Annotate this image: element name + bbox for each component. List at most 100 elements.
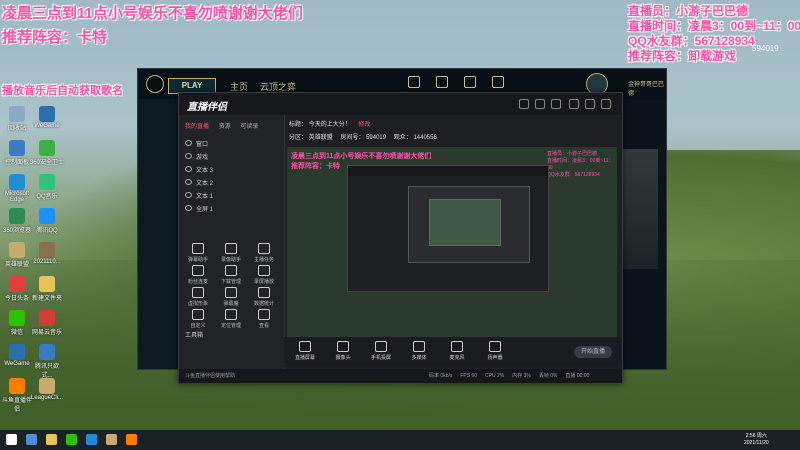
profile-icon[interactable] — [408, 76, 420, 88]
room-info: 标题： 今天的上大分！ 修改 分区： 英雄联盟 房间号： 594019 观众： … — [289, 119, 437, 141]
desktop-icon[interactable]: Microsoft Edge — [0, 174, 34, 203]
douyu-taskbar-icon[interactable] — [126, 434, 137, 445]
bottom-button[interactable]: 摄像头 — [328, 341, 358, 361]
tool-button[interactable]: 弹幕助手 — [183, 243, 213, 263]
source-label: 窗口 — [196, 142, 209, 148]
desktop-icon[interactable]: QQ音乐 — [30, 174, 64, 200]
desktop-icon[interactable]: 360浏览器 — [0, 208, 34, 234]
tab-recording[interactable]: 可读录 — [240, 121, 258, 130]
desktop-icon[interactable]: 英雄联盟 — [0, 242, 34, 268]
app-icon — [39, 276, 55, 292]
tool-button[interactable]: 粉丝连麦 — [183, 265, 213, 285]
collection-icon[interactable] — [436, 76, 448, 88]
desktop-icon[interactable]: 网易云音乐 — [30, 310, 64, 336]
help-link[interactable]: 斗鱼直播伴侣使用帮助 — [185, 372, 235, 379]
desktop-icon[interactable]: 腾讯QQ — [30, 208, 64, 234]
tool-button[interactable]: 录屏播放 — [249, 265, 279, 285]
app-icon — [39, 174, 55, 190]
preview-overlay-right: 直播员：小游子巴巴德 直播时间：凌晨3：00到~11：00 QQ水友群：5671… — [547, 151, 617, 179]
lol-username: 金神哥哥巴巴德 — [628, 82, 665, 97]
source-item[interactable]: 文本 1 — [185, 191, 213, 200]
status-metric: 直播 00:00 — [565, 373, 590, 379]
eye-icon[interactable] — [185, 166, 192, 172]
overlay-title-line: 凌晨三点到11点小号娱乐不喜勿喷谢谢大佬们 — [2, 5, 303, 22]
tool-button[interactable]: 定位管理 — [216, 309, 246, 329]
nested-preview-2 — [408, 186, 530, 263]
maximize-icon[interactable] — [585, 99, 595, 109]
app-name: 直播伴侣 — [187, 102, 227, 113]
start-icon[interactable] — [6, 434, 17, 445]
source-item[interactable]: 游戏 — [185, 152, 208, 161]
desktop-icon[interactable]: WeGame — [0, 344, 34, 367]
bottom-button-icon — [375, 341, 387, 352]
tool-button[interactable]: 虚拟形象 — [183, 287, 213, 307]
category-value[interactable]: 英雄联盟 — [309, 135, 333, 141]
source-label: 文本 3 — [196, 168, 214, 174]
tab-resources[interactable]: 资源 — [219, 121, 231, 130]
wechat-icon[interactable] — [66, 434, 77, 445]
status-metric: 丢帧 0% — [538, 373, 558, 379]
source-item[interactable]: 窗口 — [185, 139, 208, 148]
search-icon[interactable] — [26, 434, 37, 445]
tool-button[interactable]: 下载管理 — [216, 265, 246, 285]
tool-button[interactable]: 弹幕魔 — [216, 287, 246, 307]
live-preview[interactable]: 凌晨三点到11点小号娱乐不喜勿喷谢谢大佬们 推荐阵容：卡特 直播员：小游子巴巴德… — [287, 147, 617, 337]
bottom-button-label: 手机投屏 — [370, 355, 391, 361]
desktop-icon[interactable]: 斗鱼直播伴侣 — [0, 378, 34, 413]
eye-icon[interactable] — [185, 140, 192, 146]
app-icon — [39, 140, 55, 156]
eye-icon[interactable] — [185, 179, 192, 185]
taskbar-clock[interactable]: 2:56 周六 2021/11/20 — [744, 433, 769, 447]
eye-icon[interactable] — [185, 205, 192, 211]
desktop-icon[interactable]: 360安全卫士 — [30, 140, 64, 166]
desktop-icon-label: LeagueCli... — [30, 395, 64, 401]
tool-button[interactable]: 查看 — [249, 309, 279, 329]
folder-icon[interactable] — [46, 434, 57, 445]
desktop-icon[interactable]: 2021110... — [30, 242, 64, 265]
eye-icon[interactable] — [185, 192, 192, 198]
tool-label: 弹幕助手 — [187, 257, 208, 263]
bottom-button[interactable]: 麦克风 — [442, 341, 472, 361]
desktop-icon[interactable]: 今日头条 — [0, 276, 34, 302]
desktop-icon[interactable]: 新建文件夹 — [30, 276, 64, 302]
store-icon[interactable] — [492, 76, 504, 88]
bottom-button[interactable]: 手机投屏 — [366, 341, 396, 361]
desktop-icon[interactable]: 微信 — [0, 310, 34, 336]
source-item[interactable]: 文本 2 — [185, 178, 213, 187]
room-number-label: 房间号： — [340, 135, 365, 141]
desktop-icon[interactable]: WeGame — [30, 106, 64, 129]
desktop-icon[interactable]: LeagueCli... — [30, 378, 64, 401]
start-live-button[interactable]: 开始直播 — [574, 346, 612, 358]
tool-icon — [258, 287, 270, 298]
desktop-icon-label: 腾讯QQ — [36, 228, 58, 234]
close-icon[interactable] — [601, 99, 611, 109]
tool-button[interactable]: 自定义 — [183, 309, 213, 329]
edge-icon[interactable] — [86, 434, 97, 445]
tool-button[interactable]: 主播任务 — [249, 243, 279, 263]
bottom-button-icon — [489, 341, 501, 352]
desktop-icon[interactable]: 控制面板 — [0, 140, 34, 166]
minimize-icon[interactable] — [569, 99, 579, 109]
lol-taskbar-icon[interactable] — [106, 434, 117, 445]
streamer-app-window[interactable]: 直播伴侣 我的直播 资源 可读录 窗口 游戏 文本 3 文本 2 文本 1 全屏 1 工具… — [178, 92, 623, 384]
menu-icon[interactable] — [551, 99, 561, 109]
tab-my-live[interactable]: 我的直播 — [185, 121, 209, 130]
edit-title-button[interactable]: 修改 — [358, 122, 370, 128]
settings-icon[interactable] — [519, 99, 529, 109]
desktop-icon[interactable]: 回收站 — [0, 106, 34, 132]
bottom-button[interactable]: 扬声器 — [480, 341, 510, 361]
loot-icon[interactable] — [464, 76, 476, 88]
desktop-icon-label: 控制面板 — [4, 160, 29, 166]
desktop-icon-label: 今日头条 — [4, 296, 29, 302]
tool-button[interactable]: 数据统计 — [249, 287, 279, 307]
skin-icon[interactable] — [535, 99, 545, 109]
bottom-button[interactable]: 多媒体 — [404, 341, 434, 361]
title-label: 标题： — [289, 122, 308, 128]
bottom-button[interactable]: 直播屏幕 — [290, 341, 320, 361]
tool-button[interactable]: 录像助手 — [216, 243, 246, 263]
desktop-icon[interactable]: 腾讯只欲式... — [30, 344, 64, 379]
source-item[interactable]: 文本 3 — [185, 165, 213, 174]
app-icon — [39, 310, 55, 326]
eye-icon[interactable] — [185, 153, 192, 159]
source-item[interactable]: 全屏 1 — [185, 204, 213, 213]
